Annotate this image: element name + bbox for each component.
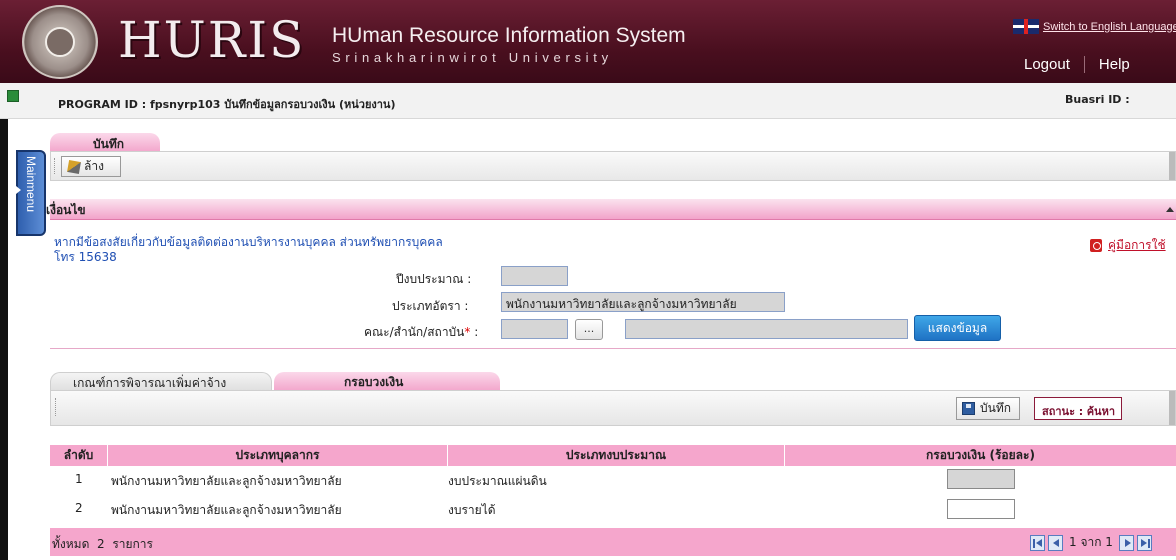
clear-button[interactable]: ล้าง (61, 156, 121, 177)
page-indicator: 1 จาก 1 (1069, 535, 1113, 549)
language-switch[interactable]: Switch to English Language (1013, 19, 1176, 34)
uk-flag-icon (1013, 19, 1039, 34)
toolbar-grip (55, 398, 57, 416)
condition-section-header[interactable]: เงื่อนไข (46, 199, 1176, 220)
toolbar-grip (54, 158, 56, 174)
budget-percent-input[interactable] (947, 469, 1015, 489)
buasri-id-label: Buasri ID : (1065, 93, 1130, 106)
tab-criteria[interactable]: เกณฑ์การพิจารณาเพิ่มค่าจ้าง (50, 372, 272, 390)
row-no: 1 (75, 472, 83, 486)
prev-page-icon[interactable] (1048, 534, 1063, 551)
next-page-icon[interactable] (1118, 534, 1134, 551)
column-header-budget-type: ประเภทงบประมาณ (448, 445, 785, 466)
table-row: 2 พนักงานมหาวิทยาลัยและลูกจ้างมหาวิทยาลั… (50, 497, 1176, 521)
condition-title: เงื่อนไข (46, 203, 86, 217)
expand-arrow-icon (16, 186, 21, 194)
faculty-code-input[interactable] (501, 319, 568, 339)
rate-type-field[interactable]: พนักงานมหาวิทยาลัยและลูกจ้างมหาวิทยาลัย (501, 292, 785, 312)
rate-type-label: ประเภทอัตรา : (392, 299, 469, 313)
toolbar-endcap (1169, 152, 1175, 180)
floppy-disk-icon (962, 402, 975, 415)
faculty-name-field[interactable] (625, 319, 908, 339)
last-page-icon[interactable] (1136, 534, 1152, 551)
table-footer: ทั้งหมด 2 รายการ 1 จาก 1 (50, 528, 1176, 556)
left-rail (0, 119, 8, 560)
mainmenu-toggle[interactable]: Mainmenu (16, 150, 46, 236)
column-header-no: ลำดับ (50, 445, 108, 466)
column-header-budget-percent: กรอบวงเงิน (ร้อยละ) (926, 448, 1035, 462)
condition-divider (50, 348, 1176, 349)
clear-button-label: ล้าง (84, 159, 104, 173)
university-seal-logo (22, 5, 98, 79)
brand-logo-text: HURIS (118, 11, 306, 69)
status-label: สถานะ : (1042, 405, 1084, 418)
save-button[interactable]: บันทึก (956, 397, 1020, 420)
manual-link-group[interactable]: คู่มือการใช้ (1090, 236, 1166, 255)
contact-info-line2: โทร 15638 (54, 250, 117, 264)
collapse-icon[interactable] (1166, 207, 1174, 212)
tab-save[interactable]: บันทึก (50, 133, 160, 151)
pager: 1 จาก 1 (1030, 533, 1152, 552)
fiscal-year-label: ปีงบประมาณ : (396, 272, 472, 286)
system-subtitle: Srinakharinwirot University (332, 50, 613, 65)
help-link[interactable]: Help (1083, 56, 1144, 73)
huris-page: HURIS HUman Resource Information System … (0, 0, 1176, 560)
faculty-browse-button[interactable]: ... (575, 319, 603, 340)
row-budget-type: งบประมาณแผ่นดิน (448, 474, 547, 488)
fiscal-year-input[interactable] (501, 266, 568, 286)
program-id: PROGRAM ID : fpsnyrp103 บันทึกข้อมูลกรอบ… (58, 98, 396, 111)
first-page-icon[interactable] (1030, 534, 1045, 551)
main-toolbar: ล้าง (50, 151, 1176, 181)
signal-icon (7, 90, 19, 102)
mainmenu-label: Mainmenu (24, 156, 38, 213)
toolbar-endcap (1169, 391, 1175, 425)
show-data-button[interactable]: แสดงข้อมูล (914, 315, 1001, 341)
switch-language-link[interactable]: Switch to English Language (1043, 21, 1176, 33)
faculty-label: คณะ/สำนัก/สถาบัน* : (364, 325, 479, 339)
budget-toolbar: บันทึก สถานะ : ค้นหา (50, 390, 1176, 426)
row-person-type: พนักงานมหาวิทยาลัยและลูกจ้างมหาวิทยาลัย (111, 474, 342, 488)
system-title: HUman Resource Information System (332, 24, 686, 47)
table-row: 1 พนักงานมหาวิทยาลัยและลูกจ้างมหาวิทยาลั… (50, 468, 1176, 492)
row-person-type: พนักงานมหาวิทยาลัยและลูกจ้างมหาวิทยาลัย (111, 503, 342, 517)
manual-link[interactable]: คู่มือการใช้ (1108, 236, 1166, 255)
broom-icon (67, 159, 81, 174)
status-value: ค้นหา (1086, 405, 1115, 418)
status-indicator: สถานะ : ค้นหา (1034, 397, 1122, 420)
pdf-icon (1090, 239, 1102, 252)
row-budget-type: งบรายได้ (448, 503, 496, 517)
header-nav: Logout Help (1010, 56, 1144, 73)
budget-percent-input[interactable] (947, 499, 1015, 519)
column-header-person-type: ประเภทบุคลากร (108, 445, 448, 466)
app-header: HURIS HUman Resource Information System … (0, 0, 1176, 83)
program-bar: PROGRAM ID : fpsnyrp103 บันทึกข้อมูลกรอบ… (0, 83, 1176, 119)
table-header: ลำดับ ประเภทบุคลากร ประเภทงบประมาณ กรอบว… (50, 445, 1176, 466)
logout-link[interactable]: Logout (1010, 56, 1084, 73)
total-records: ทั้งหมด 2 รายการ (52, 537, 153, 551)
tab-budget[interactable]: กรอบวงเงิน (274, 372, 500, 390)
row-no: 2 (75, 501, 83, 515)
save-button-label: บันทึก (980, 401, 1011, 415)
